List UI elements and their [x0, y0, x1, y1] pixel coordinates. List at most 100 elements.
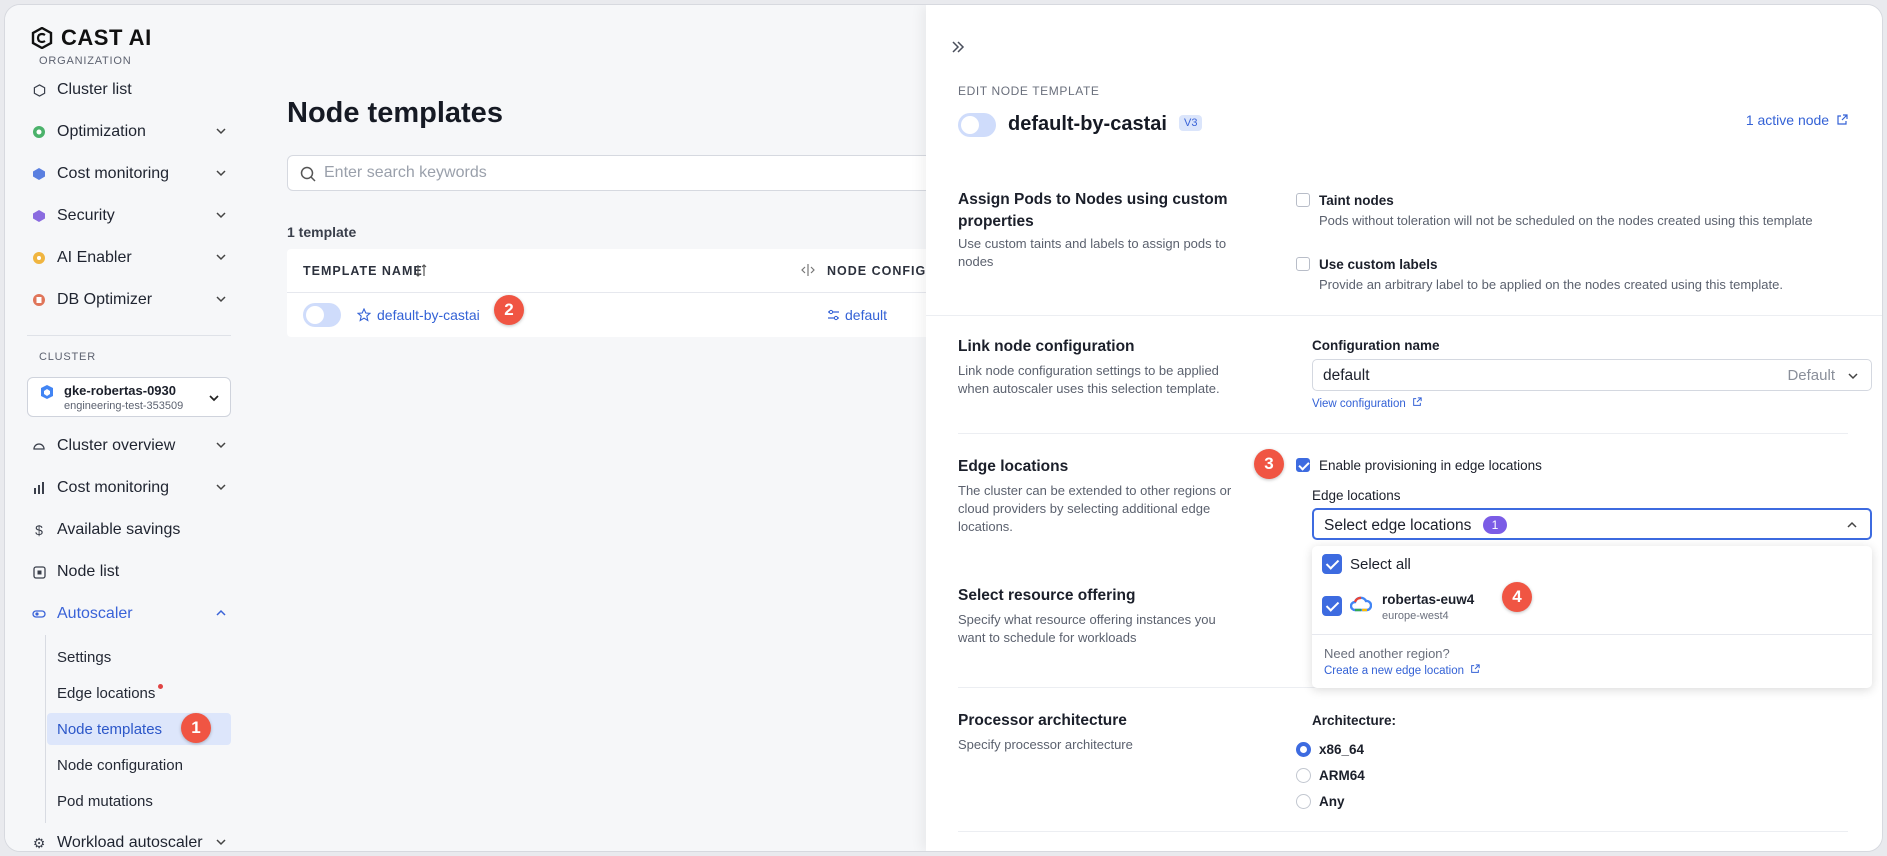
autoscaler-icon — [31, 606, 47, 622]
nav-label: Workload autoscaler — [57, 834, 203, 851]
col-template-name[interactable]: TEMPLATE NAME — [303, 264, 423, 278]
nav-label: Optimization — [57, 123, 146, 140]
arch-arm64-radio[interactable] — [1296, 768, 1311, 783]
template-toggle[interactable] — [303, 303, 341, 327]
nav-cluster-list[interactable]: Cluster list — [31, 75, 231, 105]
step-badge-4: 4 — [1502, 582, 1532, 612]
security-icon — [31, 208, 47, 224]
nav-available-savings[interactable]: $ Available savings — [31, 515, 231, 545]
edge-locations-select[interactable]: Select edge locations 1 — [1312, 508, 1872, 540]
section-divider — [958, 433, 1848, 434]
nav-node-list[interactable]: Node list — [31, 557, 231, 587]
nav-cluster-overview[interactable]: Cluster overview — [31, 431, 231, 461]
chevron-down-icon — [216, 839, 226, 846]
edge-locations-dropdown: Select all robertas-euw4 europe-west4 Ne… — [1312, 546, 1872, 688]
notification-dot — [158, 683, 164, 689]
template-name: default-by-castai — [1008, 113, 1167, 135]
chevron-down-icon — [216, 442, 226, 449]
nav-security[interactable]: Security — [31, 201, 231, 231]
link-config-desc: Link node configuration settings to be a… — [958, 363, 1220, 396]
arch-x86-radio[interactable] — [1296, 742, 1311, 757]
active-nodes-link[interactable]: 1 active node — [1746, 112, 1848, 128]
external-link-icon — [1413, 397, 1422, 406]
taint-nodes-checkbox[interactable] — [1296, 193, 1310, 207]
edit-template-label: EDIT NODE TEMPLATE — [958, 84, 1100, 98]
search-icon — [300, 166, 316, 182]
nav-ai-enabler[interactable]: AI Enabler — [31, 243, 231, 273]
sub-edge-locations[interactable]: Edge locations — [47, 677, 231, 709]
nav-optimization[interactable]: Optimization — [31, 117, 231, 147]
search-input[interactable] — [324, 164, 924, 182]
chevron-down-icon — [216, 128, 226, 135]
need-region-text: Need another region? — [1324, 646, 1450, 661]
step-badge-1: 1 — [181, 713, 211, 743]
nav-workload-autoscaler[interactable]: ⚙ Workload autoscaler — [31, 828, 231, 851]
config-name-label: Configuration name — [1312, 338, 1440, 353]
chevron-down-icon — [216, 296, 226, 303]
enable-edge-checkbox[interactable] — [1296, 458, 1310, 472]
cluster-selector[interactable]: gke-robertas-0930 engineering-test-35350… — [27, 377, 231, 417]
star-icon[interactable] — [357, 308, 371, 322]
sub-node-configuration[interactable]: Node configuration — [47, 749, 231, 781]
config-name-value: default — [1323, 367, 1370, 384]
config-name-select[interactable]: default Default — [1312, 359, 1872, 391]
nav-cluster-cost-monitoring[interactable]: Cost monitoring — [31, 473, 231, 503]
custom-labels-checkbox[interactable] — [1296, 257, 1310, 271]
nav-label: Security — [57, 207, 115, 224]
sub-pod-mutations[interactable]: Pod mutations — [47, 785, 231, 817]
location-name: robertas-euw4 — [1382, 592, 1475, 607]
main-content: Node templates 1 template TEMPLATE NAME … — [243, 5, 967, 851]
edge-title: Edge locations — [958, 458, 1069, 475]
brand-logo[interactable]: CAST AI — [31, 25, 152, 51]
nav-label: Cost monitoring — [57, 165, 170, 182]
sidebar-divider — [27, 335, 231, 336]
chevron-up-icon — [1847, 521, 1857, 528]
sliders-icon — [828, 309, 839, 321]
edge-select-label: Select edge locations — [1324, 517, 1472, 534]
config-link[interactable]: default — [845, 307, 887, 323]
col-node-config[interactable]: NODE CONFIGU — [827, 264, 936, 278]
location-checkbox[interactable] — [1322, 596, 1342, 616]
arch-any-radio[interactable] — [1296, 794, 1311, 809]
sort-icon[interactable] — [415, 264, 427, 277]
template-name-link[interactable]: default-by-castai — [377, 307, 480, 323]
create-edge-location-link[interactable]: Create a new edge location — [1324, 664, 1480, 677]
google-cloud-icon — [1350, 596, 1372, 612]
table-row[interactable]: default-by-castai default — [287, 293, 967, 337]
view-configuration-link[interactable]: View configuration — [1312, 397, 1422, 410]
nav-db-optimizer[interactable]: DB Optimizer — [31, 285, 231, 315]
select-all-checkbox[interactable] — [1322, 554, 1342, 574]
select-all-label[interactable]: Select all — [1350, 556, 1411, 573]
edge-locations-label: Edge locations — [1312, 488, 1401, 503]
external-link-icon — [1471, 664, 1480, 673]
sub-label: Node templates — [57, 720, 163, 738]
processor-title: Processor architecture — [958, 712, 1127, 729]
nav-cost-monitoring[interactable]: Cost monitoring — [31, 159, 231, 189]
nav-autoscaler[interactable]: Autoscaler — [31, 599, 231, 629]
section-divider — [926, 315, 1882, 316]
submenu-line — [45, 635, 46, 823]
resource-desc: Specify what resource offering instances… — [958, 612, 1216, 645]
taint-nodes-desc: Pods without toleration will not be sche… — [1319, 213, 1813, 228]
nav-label: AI Enabler — [57, 249, 132, 266]
sub-settings[interactable]: Settings — [47, 641, 231, 673]
search-box[interactable] — [287, 155, 967, 191]
dollar-icon: $ — [35, 522, 43, 538]
gke-icon — [41, 385, 53, 399]
template-enable-toggle[interactable] — [958, 113, 996, 137]
selected-count-badge: 1 — [1483, 516, 1507, 534]
sidebar: CAST AI ORGANIZATION Cluster list Optimi… — [5, 5, 243, 851]
chevron-down-icon — [216, 484, 226, 491]
brand-name: CAST AI — [61, 25, 152, 50]
chevron-down-icon — [216, 170, 226, 177]
arch-option-label: Any — [1319, 794, 1345, 809]
collapse-panel-icon[interactable] — [950, 39, 966, 55]
chevron-down-icon — [216, 254, 226, 261]
optimization-icon — [31, 124, 47, 140]
column-resize-icon[interactable] — [801, 263, 815, 277]
template-count: 1 template — [287, 224, 357, 240]
create-edge-text: Create a new edge location — [1324, 665, 1465, 677]
step-badge-3: 3 — [1254, 449, 1284, 479]
templates-table: TEMPLATE NAME NODE CONFIGU default-by-ca… — [287, 249, 967, 337]
link-config-title: Link node configuration — [958, 338, 1135, 355]
